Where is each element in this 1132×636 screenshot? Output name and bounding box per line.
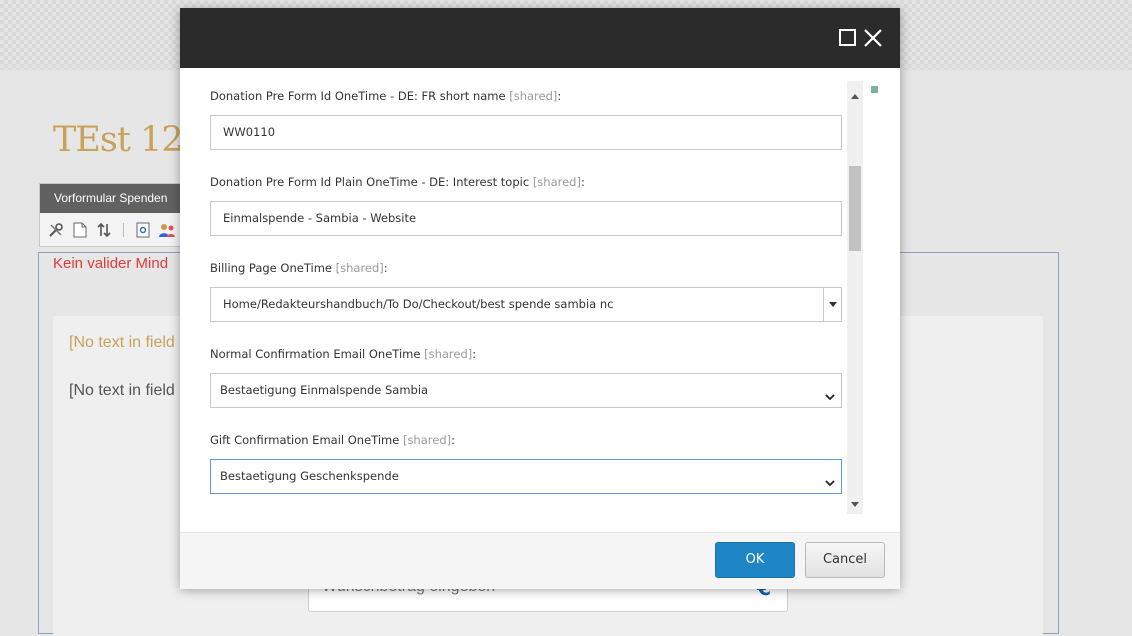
billing-page-droptree[interactable]: Home/Redakteurshandbuch/To Do/Checkout/b… (210, 287, 842, 322)
scrollbar-thumb[interactable] (849, 166, 861, 251)
status-indicator (871, 86, 878, 93)
field-interest-topic: Donation Pre Form Id Plain OneTime - DE:… (210, 172, 842, 236)
shared-tag: [shared] (335, 261, 384, 275)
ok-button[interactable]: OK (715, 542, 795, 578)
chevron-down-icon (825, 386, 835, 405)
field-normal-confirmation: Normal Confirmation Email OneTime [share… (210, 344, 842, 408)
cancel-button[interactable]: Cancel (805, 542, 885, 578)
dialog-footer: OK Cancel (180, 532, 900, 589)
edit-fields-dialog: Donation Pre Form Id OneTime - DE: FR sh… (180, 8, 900, 589)
fr-short-name-input[interactable]: WW0110 (210, 115, 842, 150)
field-fr-short-name: Donation Pre Form Id OneTime - DE: FR sh… (210, 86, 842, 150)
interest-topic-input[interactable]: Einmalspende - Sambia - Website (210, 201, 842, 236)
settings-document-icon[interactable] (134, 221, 152, 239)
dialog-body: Donation Pre Form Id OneTime - DE: FR sh… (180, 68, 900, 532)
dialog-scrollbar[interactable] (847, 81, 863, 514)
chevron-down-icon (825, 472, 835, 491)
maximize-icon[interactable] (839, 29, 856, 46)
toolbar-divider (123, 222, 124, 237)
field-label: Billing Page OneTime [shared]: (210, 261, 388, 275)
input-value: Home/Redakteurshandbuch/To Do/Checkout/b… (223, 297, 614, 311)
caret-down-icon (828, 302, 837, 307)
gift-confirmation-select[interactable]: Bestaetigung Geschenkspende (210, 459, 842, 494)
field-label: Donation Pre Form Id OneTime - DE: FR sh… (210, 89, 562, 103)
sort-icon[interactable] (95, 221, 113, 239)
droptree-toggle[interactable] (823, 288, 841, 321)
error-message: Kein valider Mind (53, 255, 169, 272)
toolbar-title: Vorformular Spenden (40, 184, 190, 213)
field-billing-page: Billing Page OneTime [shared]: Home/Reda… (210, 258, 842, 322)
users-icon[interactable] (158, 221, 176, 239)
shared-tag: [shared] (509, 89, 558, 103)
field-label: Gift Confirmation Email OneTime [shared]… (210, 433, 455, 447)
empty-field-placeholder: [No text in field (69, 382, 175, 399)
tools-icon[interactable] (47, 221, 65, 239)
empty-field-placeholder: [No text in field (69, 334, 175, 351)
selected-value: Bestaetigung Einmalspende Sambia (220, 383, 429, 397)
field-gift-confirmation: Gift Confirmation Email OneTime [shared]… (210, 430, 842, 494)
field-label: Donation Pre Form Id Plain OneTime - DE:… (210, 175, 585, 189)
editor-toolbar: Vorformular Spenden (39, 183, 191, 247)
close-icon[interactable] (862, 27, 884, 49)
field-label: Normal Confirmation Email OneTime [share… (210, 347, 477, 361)
dialog-header (180, 8, 900, 68)
shared-tag: [shared] (424, 347, 473, 361)
normal-confirmation-select[interactable]: Bestaetigung Einmalspende Sambia (210, 373, 842, 408)
scroll-up-icon[interactable] (851, 84, 859, 103)
selected-value: Bestaetigung Geschenkspende (220, 469, 399, 483)
document-icon[interactable] (71, 221, 89, 239)
shared-tag: [shared] (402, 433, 452, 447)
input-value: Einmalspende - Sambia - Website (223, 211, 417, 225)
input-value: WW0110 (223, 125, 276, 139)
shared-tag: [shared] (532, 175, 581, 189)
scroll-down-icon[interactable] (851, 492, 859, 511)
